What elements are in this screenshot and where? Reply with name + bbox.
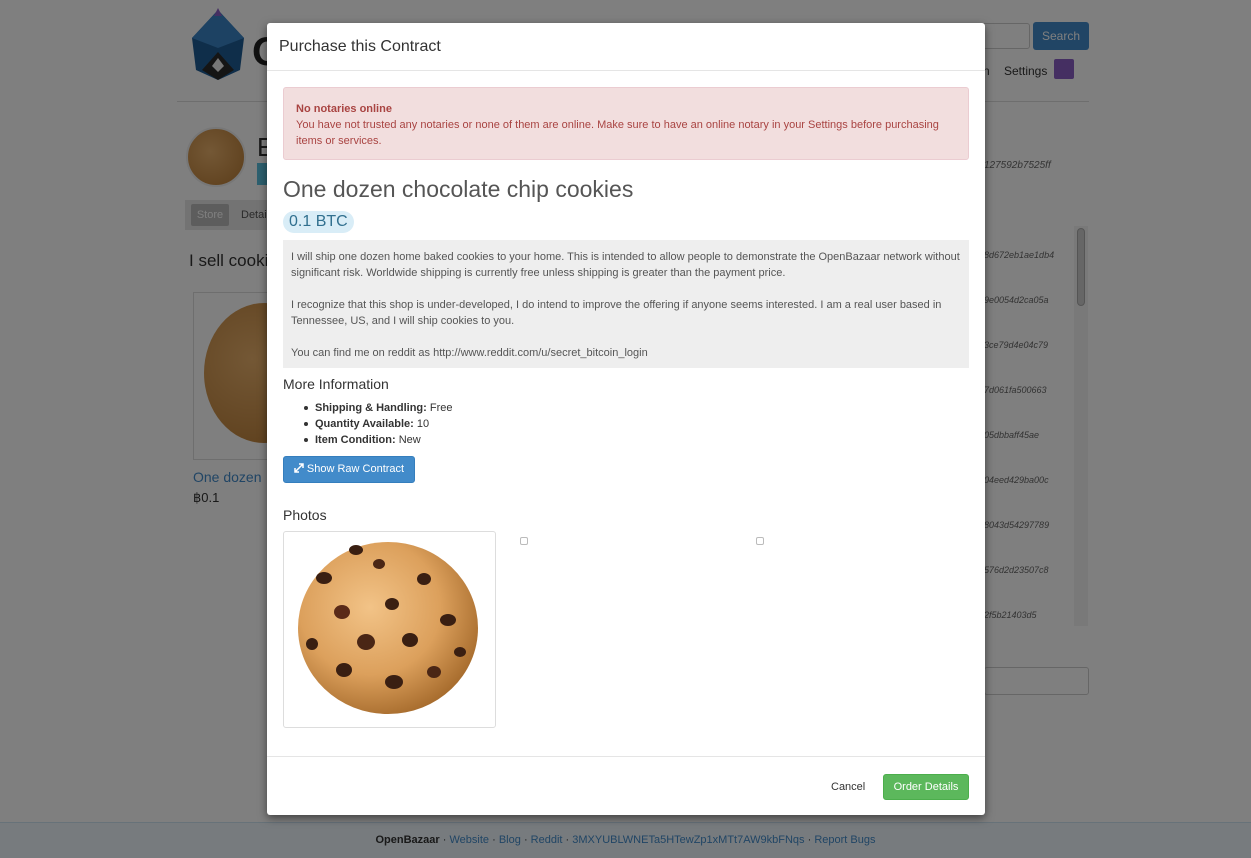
info-item: Item Condition: New bbox=[304, 432, 453, 448]
purchase-modal: Purchase this Contract No notaries onlin… bbox=[267, 23, 985, 815]
info-value: Free bbox=[429, 402, 453, 414]
photos-heading: Photos bbox=[283, 507, 327, 523]
info-value: 10 bbox=[416, 418, 430, 430]
modal-header: Purchase this Contract bbox=[267, 23, 985, 71]
raw-contract-label: Show Raw Contract bbox=[306, 463, 405, 475]
alert-title: No notaries online bbox=[296, 103, 392, 115]
alert-message: You have not trusted any notaries or non… bbox=[296, 119, 939, 147]
price-badge: 0.1 BTC bbox=[283, 211, 354, 233]
modal-footer: Cancel Order Details bbox=[267, 756, 985, 815]
more-info-heading: More Information bbox=[283, 376, 389, 392]
description-paragraph: I will ship one dozen home baked cookies… bbox=[291, 251, 960, 279]
product-description: I will ship one dozen home baked cookies… bbox=[283, 240, 969, 368]
cookie-image bbox=[298, 542, 478, 714]
info-label: Quantity Available: bbox=[315, 418, 414, 430]
info-item: Shipping & Handling: Free bbox=[304, 400, 453, 416]
product-title: One dozen chocolate chip cookies bbox=[283, 176, 634, 202]
photo-placeholder-icon[interactable] bbox=[520, 537, 528, 545]
show-raw-contract-button[interactable]: Show Raw Contract bbox=[283, 456, 415, 483]
order-details-button[interactable]: Order Details bbox=[883, 774, 969, 800]
info-label: Item Condition: bbox=[315, 434, 396, 446]
modal-title: Purchase this Contract bbox=[279, 38, 441, 55]
product-photo[interactable] bbox=[283, 531, 496, 728]
info-list: Shipping & Handling: Free Quantity Avail… bbox=[304, 400, 453, 448]
description-paragraph: You can find me on reddit as http://www.… bbox=[291, 347, 648, 359]
notary-alert: No notaries online You have not trusted … bbox=[283, 87, 969, 160]
cancel-button[interactable]: Cancel bbox=[831, 781, 865, 793]
info-item: Quantity Available: 10 bbox=[304, 416, 453, 432]
info-label: Shipping & Handling: bbox=[315, 402, 427, 414]
description-paragraph: I recognize that this shop is under-deve… bbox=[291, 299, 942, 327]
expand-icon bbox=[294, 463, 304, 473]
photo-placeholder-icon[interactable] bbox=[756, 537, 764, 545]
info-value: New bbox=[398, 434, 421, 446]
